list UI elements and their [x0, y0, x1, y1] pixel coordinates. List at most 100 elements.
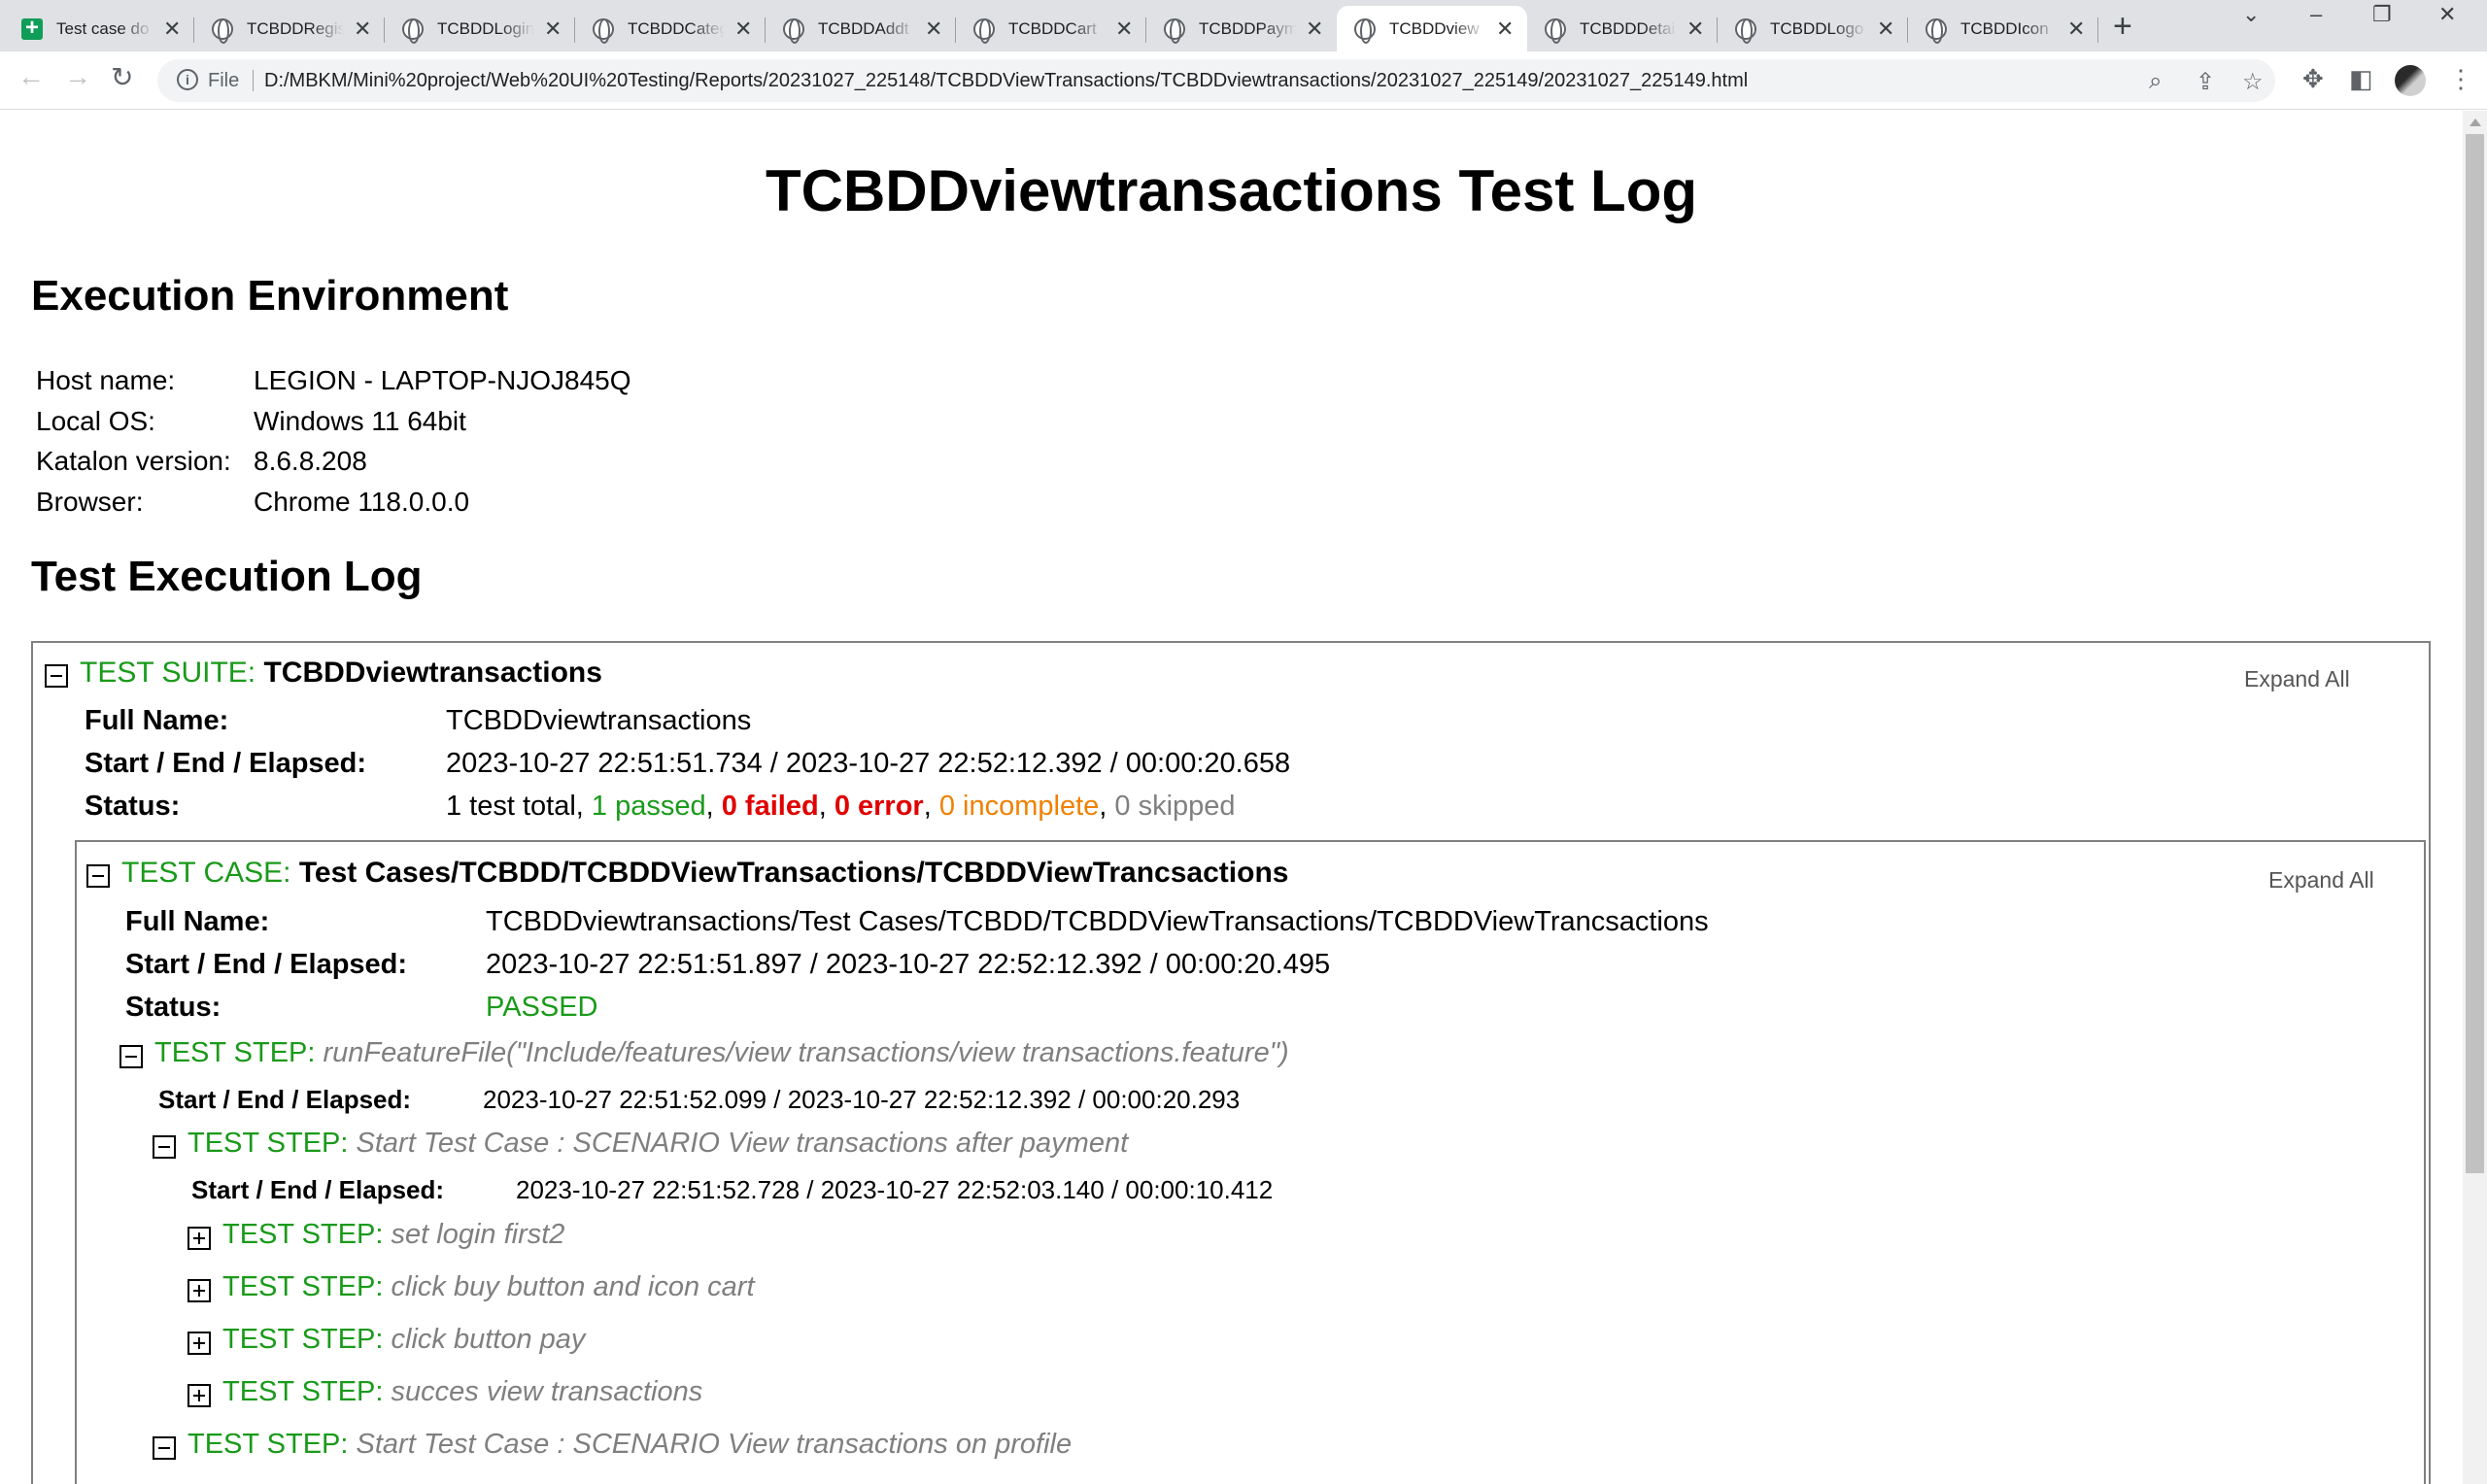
step-prefix: TEST STEP: [187, 1429, 357, 1460]
env-key: Local OS: [36, 405, 155, 436]
extensions-puzzle-icon[interactable]: ✥ [2302, 64, 2324, 94]
test-case-panel: TEST CASE: Test Cases/TCBDD/TCBDDViewTra… [75, 840, 2426, 1484]
step-prefix: TEST STEP: [222, 1324, 392, 1355]
step-prefix: TEST STEP: [187, 1128, 357, 1159]
report-page: TCBDDviewtransactions Test Log Execution… [0, 111, 2463, 1484]
new-tab-icon[interactable]: + [2113, 8, 2132, 46]
expand-toggle-icon[interactable] [187, 1332, 211, 1355]
close-icon[interactable]: ✕ [544, 17, 562, 42]
suite-expand-all-link[interactable]: Expand All [2244, 666, 2350, 692]
status-sep: , [923, 791, 939, 822]
env-value: 8.6.8.208 [254, 446, 367, 476]
close-icon[interactable]: ✕ [2067, 17, 2085, 42]
globe-icon [593, 17, 614, 44]
step-desc: runFeatureFile("Include/features/view tr… [323, 1037, 1289, 1068]
tab-0[interactable]: Test case do ✕ [4, 6, 194, 51]
tab-label: Test case do [56, 18, 150, 38]
tab-3[interactable]: TCBDDCateg ✕ [575, 6, 766, 51]
step-desc: click buy button and icon cart [391, 1271, 755, 1302]
browser-toolbar: ← → ↻ i File D:/MBKM/Mini%20project/Web%… [0, 51, 2487, 110]
step-desc: Start Test Case : SCENARIO View transact… [356, 1429, 1073, 1460]
close-icon[interactable]: ✕ [1306, 17, 1323, 42]
url-text[interactable]: D:/MBKM/Mini%20project/Web%20UI%20Testin… [264, 70, 1748, 92]
collapse-toggle-icon[interactable] [45, 664, 68, 688]
close-icon[interactable]: ✕ [925, 17, 942, 42]
collapse-toggle-icon[interactable] [86, 864, 110, 888]
reload-icon[interactable]: ↻ [111, 61, 133, 93]
window-close-icon[interactable]: ✕ [2438, 2, 2456, 27]
expand-toggle-icon[interactable] [187, 1279, 211, 1302]
step-header: TEST STEP: succes view transactions [222, 1376, 702, 1408]
tab-2[interactable]: TCBDDLogin ✕ [385, 6, 575, 51]
globe-icon [1164, 17, 1185, 44]
close-icon[interactable]: ✕ [354, 17, 371, 42]
collapse-toggle-icon[interactable] [153, 1135, 176, 1159]
tab-label: TCBDDCart [1008, 18, 1097, 38]
field-value: 2023-10-27 22:51:51.897 / 2023-10-27 22:… [486, 949, 1331, 980]
globe-icon [783, 17, 804, 44]
close-icon[interactable]: ✕ [1877, 17, 1894, 42]
globe-icon [212, 17, 233, 44]
close-icon[interactable]: ✕ [734, 17, 752, 42]
globe-icon [973, 17, 995, 44]
close-icon[interactable]: ✕ [1115, 17, 1133, 42]
tab-6[interactable]: TCBDDPaym ✕ [1146, 6, 1337, 51]
step-header: TEST STEP: click buy button and icon car… [222, 1271, 755, 1303]
case-prefix: TEST CASE: [121, 857, 299, 889]
close-icon[interactable]: ✕ [1496, 17, 1514, 42]
tab-label: TCBDDIcon [1960, 18, 2049, 38]
env-row: Local OS: Windows 11 64bit [36, 401, 631, 442]
tab-7-active[interactable]: TCBDDview ✕ [1337, 6, 1527, 51]
tab-8[interactable]: TCBDDDetai ✕ [1527, 6, 1718, 51]
close-icon[interactable]: ✕ [163, 17, 181, 42]
status-incomplete: 0 incomplete [938, 791, 1100, 822]
scheme-label: File [208, 70, 240, 91]
case-name: Test Cases/TCBDD/TCBDDViewTransactions/T… [298, 857, 1289, 889]
restore-icon[interactable]: ❐ [2372, 2, 2392, 27]
field-label: Start / End / Elapsed: [85, 748, 367, 779]
share-icon[interactable]: ⇪ [2196, 68, 2215, 96]
expand-toggle-icon[interactable] [187, 1384, 211, 1407]
field-label: Start / End / Elapsed: [191, 1175, 445, 1204]
address-bar[interactable]: i File D:/MBKM/Mini%20project/Web%20UI%2… [157, 59, 2275, 102]
step-desc: set login first2 [391, 1219, 565, 1250]
status-failed: 0 failed [721, 791, 819, 822]
info-icon[interactable]: i [177, 69, 198, 90]
minimize-icon[interactable]: – [2310, 2, 2322, 27]
zoom-icon[interactable]: ⌕ [2149, 68, 2162, 95]
status-summary: 1 test total, 1 passed, 0 failed, 0 erro… [446, 791, 1236, 823]
tab-label: TCBDDPaym [1199, 18, 1296, 38]
suite-name: TCBDDviewtransactions [263, 657, 602, 689]
tab-4[interactable]: TCBDDAddt ✕ [766, 6, 956, 51]
case-status-value: PASSED [486, 992, 598, 1023]
tab-10[interactable]: TCBDDIcon ✕ [1908, 6, 2098, 51]
globe-icon [1735, 17, 1756, 44]
field-value: 2023-10-27 22:51:51.734 / 2023-10-27 22:… [446, 748, 1291, 779]
tab-search-chevron-icon[interactable]: ⌄ [2242, 2, 2260, 27]
scrollbar-thumb[interactable] [2466, 134, 2484, 1173]
close-icon[interactable]: ✕ [1686, 17, 1704, 42]
status-sep: , [705, 791, 722, 822]
vertical-scrollbar[interactable] [2463, 111, 2487, 1484]
tab-9[interactable]: TCBDDLogo ✕ [1718, 6, 1908, 51]
env-value: LEGION - LAPTOP-NJOJ845Q [254, 365, 631, 395]
forward-arrow-icon[interactable]: → [64, 61, 91, 92]
tab-5[interactable]: TCBDDCart ✕ [956, 6, 1146, 51]
profile-avatar[interactable] [2395, 65, 2426, 96]
expand-toggle-icon[interactable] [187, 1227, 211, 1250]
case-expand-all-link[interactable]: Expand All [2268, 867, 2374, 894]
scroll-up-arrow-icon[interactable] [2470, 118, 2481, 126]
tab-1[interactable]: TCBDDRegis ✕ [194, 6, 385, 51]
bookmark-star-icon[interactable]: ☆ [2242, 68, 2264, 96]
menu-kebab-icon[interactable]: ⋮ [2448, 64, 2473, 94]
collapse-toggle-icon[interactable] [119, 1045, 143, 1068]
status-passed: 1 passed [591, 791, 706, 822]
field-label: Start / End / Elapsed: [125, 949, 408, 980]
collapse-toggle-icon[interactable] [153, 1436, 176, 1460]
sheets-icon [21, 15, 43, 42]
side-panel-icon[interactable]: ◧ [2349, 64, 2373, 94]
field-label: Full Name: [85, 705, 229, 736]
tab-label: TCBDDAddt [818, 18, 909, 38]
tab-divider [2097, 17, 2098, 43]
back-arrow-icon[interactable]: ← [17, 61, 45, 92]
